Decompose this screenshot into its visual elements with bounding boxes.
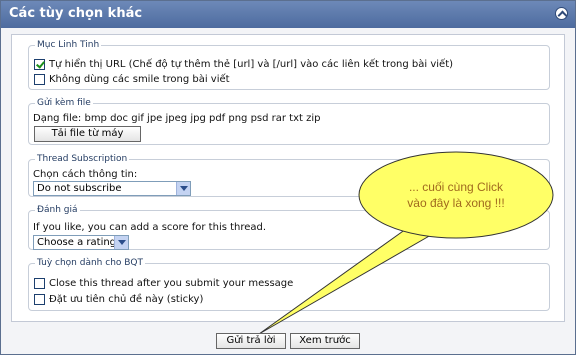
callout-line-1: ... cuối cùng Click bbox=[408, 180, 504, 194]
callout-text: ... cuối cùng Click vào đây là xong !!! bbox=[391, 179, 521, 211]
callout-line-2: vào đây là xong !!! bbox=[407, 196, 505, 210]
submit-reply-button[interactable]: Gửi trả lời bbox=[216, 333, 286, 349]
preview-button[interactable]: Xem trước bbox=[290, 333, 360, 349]
callout-tail bbox=[258, 228, 433, 335]
options-window: Các tùy chọn khác Mục Linh Tinh Tự hiển … bbox=[0, 0, 576, 355]
